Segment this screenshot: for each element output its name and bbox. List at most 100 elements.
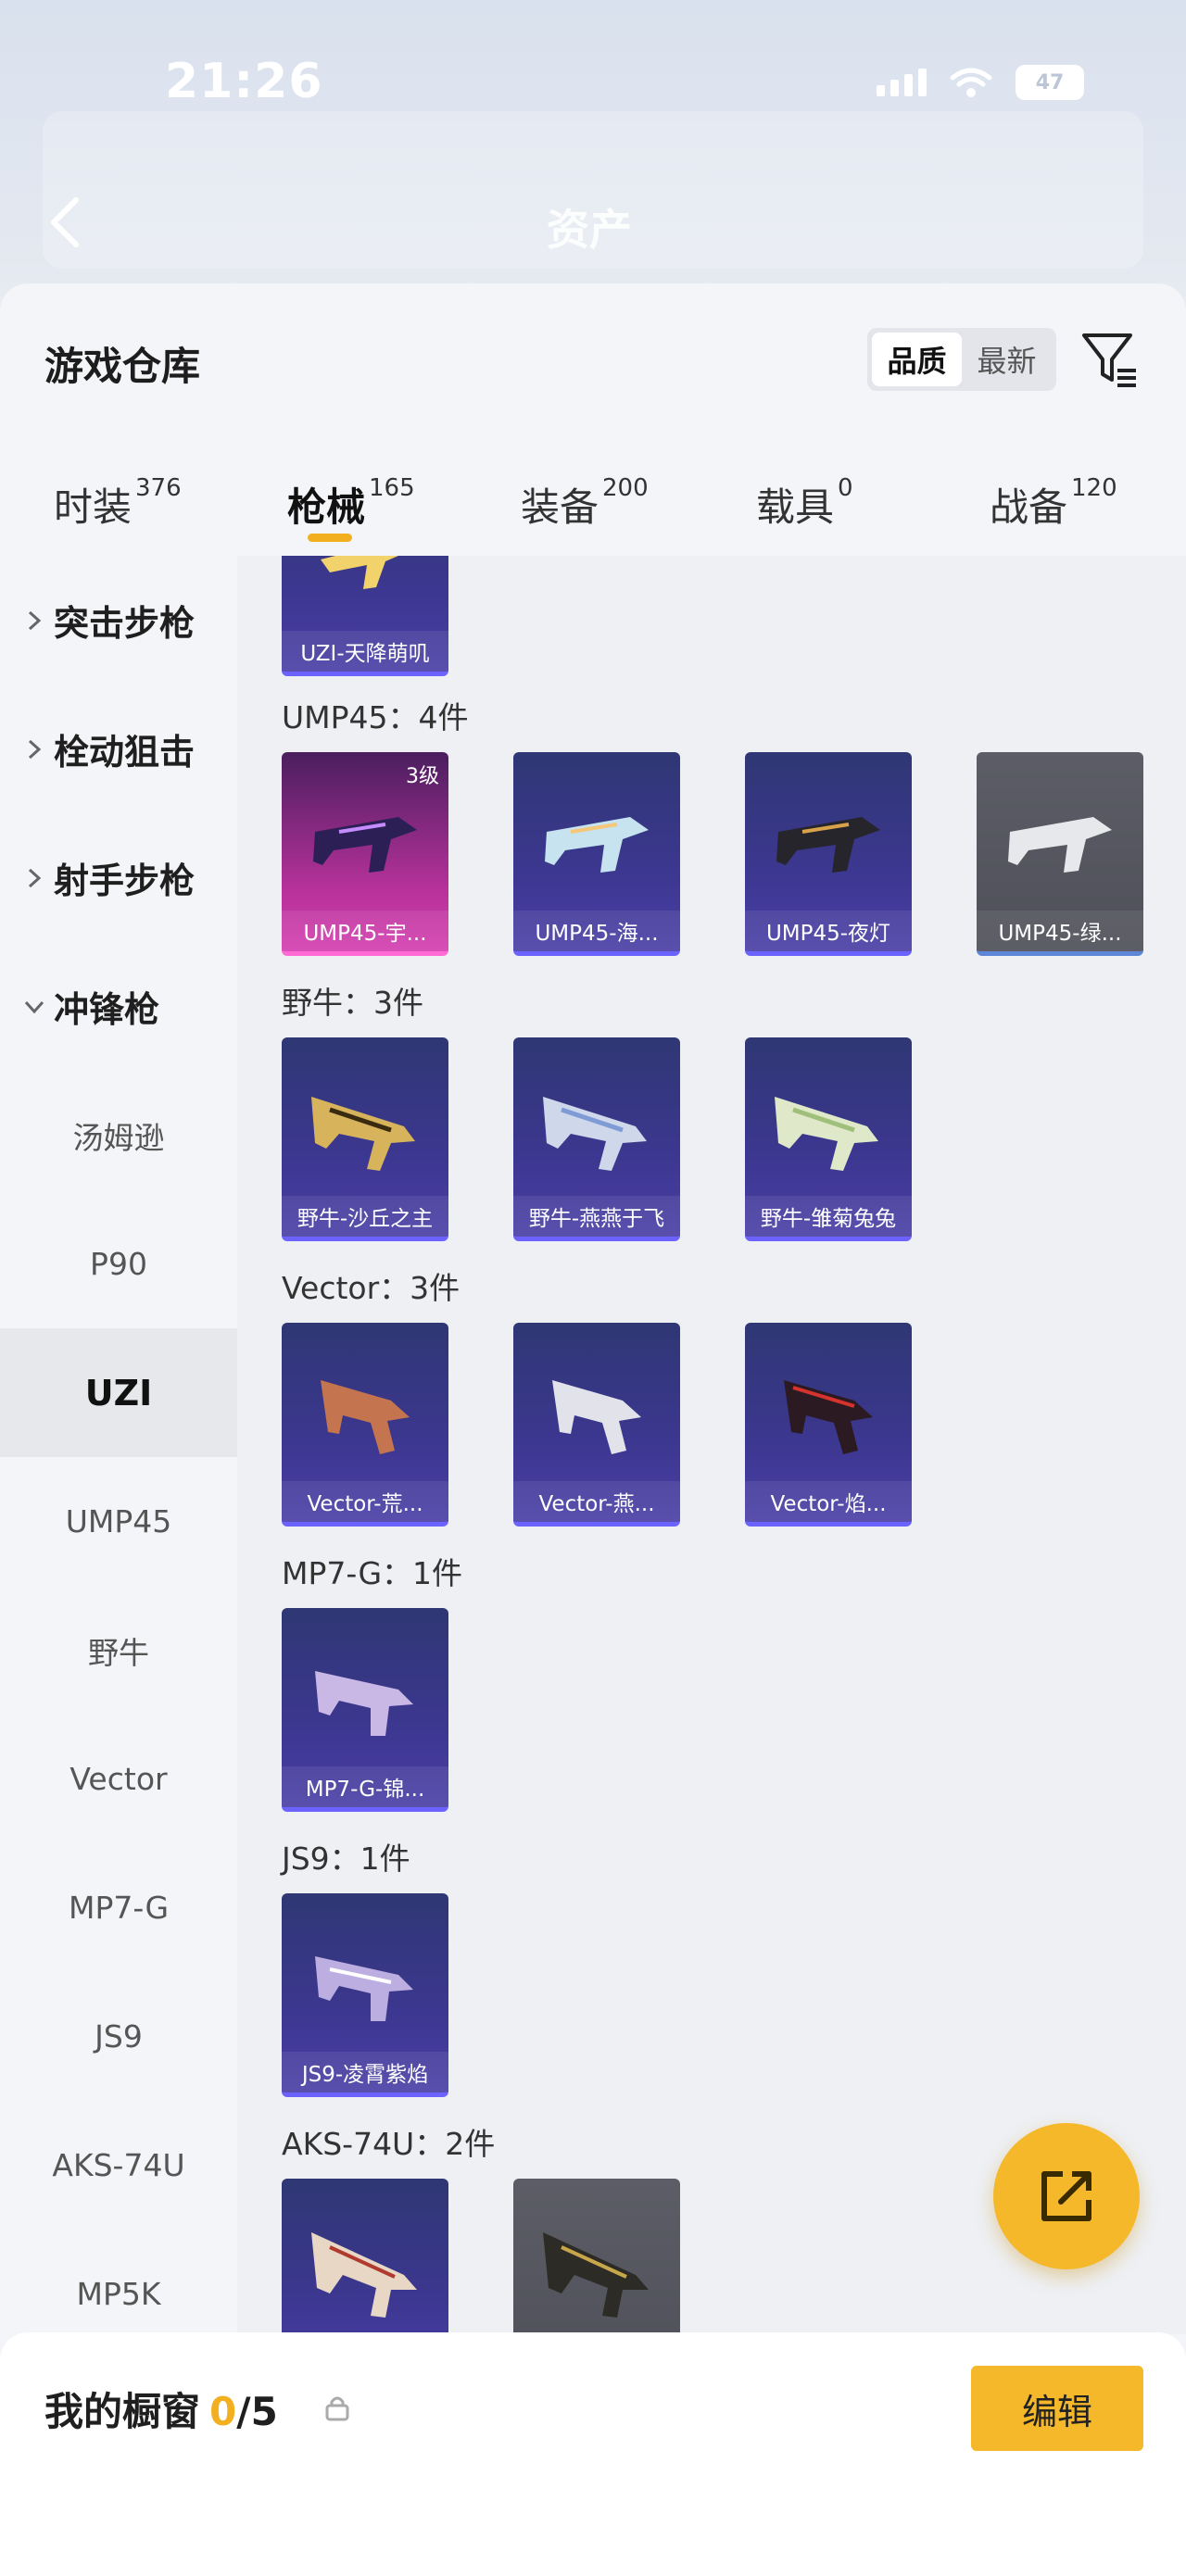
skin-card[interactable]: JS9-凌霄紫焰 [282, 1893, 448, 2097]
skin-name: Vector-荒... [282, 1481, 448, 1522]
share-icon [1041, 2171, 1091, 2221]
tab-count: 376 [135, 474, 182, 502]
skin-name: JS9-凌霄紫焰 [282, 2052, 448, 2092]
category-tabs: 时装 376 枪械 165 装备 200 载具 0 战备 120 [0, 459, 1186, 552]
tab-equipment[interactable]: 装备 200 [521, 474, 649, 533]
group-title-bison: 野牛：3件 [282, 985, 423, 1021]
warehouse-title: 游戏仓库 [44, 344, 201, 389]
sidebar-label: 栓动狙击 [54, 732, 196, 773]
chevron-right-icon [28, 739, 42, 759]
skin-name: MP7-G-锦... [282, 1766, 448, 1807]
group-title-js9: JS9：1件 [282, 1841, 410, 1877]
gun-image [776, 817, 880, 873]
page-title: 资产 [547, 205, 632, 255]
sidebar-label: 冲锋枪 [54, 989, 160, 1030]
sidebar-item-aks74u[interactable]: AKS-74U [0, 2101, 237, 2230]
skin-name: 野牛-燕燕于飞 [513, 1196, 680, 1237]
skin-card[interactable]: Vector-燕... [513, 1323, 680, 1527]
weapon-grid: UZI-天降萌叽 UMP45：4件 3级 UMP45-宇... UMP45-海.… [237, 556, 1186, 2334]
sidebar-label: 突击步枪 [54, 603, 196, 644]
top-header: 21:26 47 资产 [0, 0, 1186, 296]
sidebar-item-js9[interactable]: JS9 [0, 1972, 237, 2101]
filter-icon[interactable] [1080, 330, 1140, 389]
sidebar-item-bison[interactable]: 野牛 [0, 1586, 237, 1715]
tab-label: 时装 [54, 484, 132, 530]
skin-card[interactable]: 野牛-燕燕于飞 [513, 1037, 680, 1241]
gun-image [315, 1671, 413, 1736]
status-icons: 47 [877, 65, 1084, 100]
tab-label: 载具 [756, 484, 835, 530]
skin-name: Vector-燕... [513, 1481, 680, 1522]
group-title-aks74u: AKS-74U：2件 [282, 2126, 496, 2162]
skin-card[interactable]: 3级 UMP45-宇... [282, 752, 448, 956]
group-title-vector: Vector：3件 [282, 1270, 461, 1306]
showcase-label: 我的橱窗 0 /5 [44, 2381, 278, 2437]
sidebar-item-p90[interactable]: P90 [0, 1200, 237, 1328]
skin-name: UMP45-夜灯 [745, 911, 912, 951]
gun-image [552, 1380, 641, 1454]
sort-quality-button[interactable]: 品质 [872, 333, 962, 386]
skin-name: 野牛-雏菊兔兔 [745, 1196, 912, 1237]
edit-button[interactable]: 编辑 [971, 2366, 1143, 2451]
lock-icon [325, 2396, 349, 2421]
sidebar-item-uzi[interactable]: UZI [0, 1328, 237, 1457]
skin-name: UMP45-绿... [977, 911, 1143, 951]
skin-name: UMP45-宇... [282, 911, 448, 951]
tab-label: 枪械 [287, 484, 366, 530]
tab-vehicles[interactable]: 载具 0 [756, 474, 853, 533]
gun-image [311, 2232, 417, 2318]
showcase-bar: 我的橱窗 0 /5 编辑 [0, 2332, 1186, 2576]
tab-count: 0 [838, 474, 853, 502]
tab-count: 200 [602, 474, 649, 502]
showcase-total: /5 [236, 2389, 278, 2434]
sidebar-item-thompson[interactable]: 汤姆逊 [0, 1071, 237, 1200]
showcase-used: 0 [209, 2389, 237, 2434]
chevron-right-icon [28, 610, 42, 630]
tab-tactical[interactable]: 战备 120 [990, 474, 1117, 533]
skin-card[interactable]: 野牛-雏菊兔兔 [745, 1037, 912, 1241]
gun-image [543, 2232, 649, 2318]
skin-card[interactable]: Vector-荒... [282, 1323, 448, 1527]
gun-image [775, 1097, 878, 1171]
gun-image [313, 817, 417, 873]
skin-card[interactable]: UZI-天降萌叽 [282, 556, 448, 676]
skin-card[interactable]: UMP45-绿... [977, 752, 1143, 956]
gun-image [321, 1380, 410, 1454]
chevron-down-icon [24, 1000, 44, 1013]
sidebar-item-marksman-rifle[interactable]: 射手步枪 [0, 813, 237, 942]
sidebar-item-vector[interactable]: Vector [0, 1715, 237, 1843]
sidebar-label: 射手步枪 [54, 861, 196, 901]
tab-fashion[interactable]: 时装 376 [54, 474, 182, 533]
skin-name: UZI-天降萌叽 [282, 631, 448, 672]
sidebar-item-ump45[interactable]: UMP45 [0, 1457, 237, 1586]
sidebar-item-smg[interactable]: 冲锋枪 [0, 942, 237, 1071]
wifi-icon [950, 68, 992, 97]
sort-toggle: 品质 最新 [867, 328, 1056, 391]
skin-card[interactable] [282, 2179, 448, 2334]
skin-card[interactable]: UMP45-夜灯 [745, 752, 912, 956]
active-tab-indicator [308, 534, 352, 542]
skin-card[interactable]: MP7-G-锦... [282, 1608, 448, 1812]
gun-image [311, 1097, 415, 1171]
tab-count: 165 [369, 474, 415, 502]
tab-label: 战备 [990, 484, 1068, 530]
sidebar-item-bolt-sniper[interactable]: 栓动狙击 [0, 685, 237, 813]
tab-label: 装备 [521, 484, 599, 530]
skin-card[interactable]: Vector-焰... [745, 1323, 912, 1527]
sidebar-item-mp7g[interactable]: MP7-G [0, 1843, 237, 1972]
tab-count: 120 [1071, 474, 1117, 502]
gun-image [315, 1956, 413, 2021]
share-button[interactable] [993, 2123, 1140, 2269]
skin-card[interactable]: 野牛-沙丘之主 [282, 1037, 448, 1241]
chevron-right-icon [28, 868, 42, 887]
tab-firearms[interactable]: 枪械 165 [287, 474, 415, 533]
sidebar-item-assault-rifle[interactable]: 突击步枪 [0, 556, 237, 685]
skin-card[interactable] [513, 2179, 680, 2334]
gun-image [543, 1097, 647, 1171]
back-arrow-icon[interactable] [46, 195, 83, 250]
skin-card[interactable]: UMP45-海... [513, 752, 680, 956]
gun-image [545, 817, 649, 873]
status-time: 21:26 [165, 54, 323, 109]
skin-name: Vector-焰... [745, 1481, 912, 1522]
sort-newest-button[interactable]: 最新 [962, 333, 1052, 386]
